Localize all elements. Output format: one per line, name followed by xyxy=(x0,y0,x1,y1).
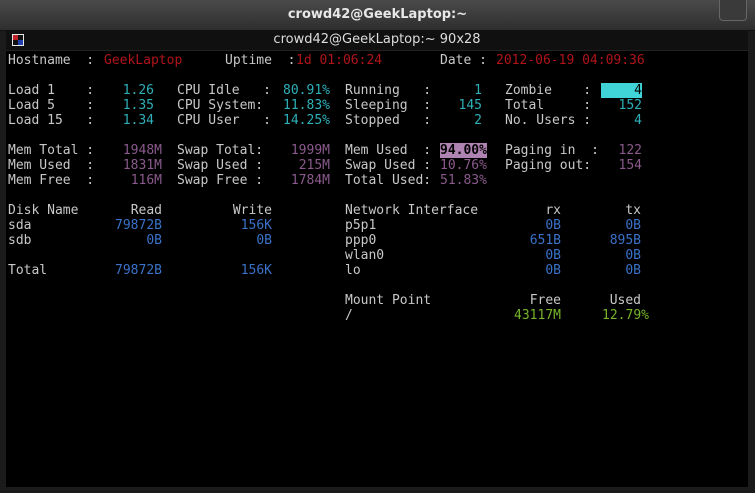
hostname-value: GeekLaptop xyxy=(104,53,183,68)
net-row-name: lo xyxy=(345,263,361,278)
cpu-value: 11.83% xyxy=(283,98,330,113)
mount-row-free: 43117M xyxy=(514,308,561,323)
total-procs-value: 152 xyxy=(618,98,642,113)
disk-total-write: 156K xyxy=(240,263,272,278)
mount-header-used: Used xyxy=(609,293,641,308)
net-row-name: p5p1 xyxy=(345,218,377,233)
mem-value: 1831M xyxy=(122,158,162,173)
net-header-tx: tx xyxy=(625,203,641,218)
swap-used-pct-label: Swap Used : xyxy=(345,158,432,173)
net-row-name: ppp0 xyxy=(345,233,377,248)
date-value: 2012-06-19 04:09:36 xyxy=(496,53,645,68)
total-used-pct-label: Total Used: xyxy=(345,173,432,188)
net-row-tx: 0B xyxy=(625,263,641,278)
window-titlebar[interactable]: crowd42@GeekLaptop:~ xyxy=(0,0,755,31)
proc-label: Running : xyxy=(345,83,432,98)
net-row-rx: 0B xyxy=(545,263,561,278)
total-procs-label: Total : xyxy=(505,98,592,113)
proc-label: Sleeping : xyxy=(345,98,432,113)
swap-label: Swap Total: xyxy=(177,143,264,158)
window-handle-icon[interactable] xyxy=(719,0,747,21)
users-label: No. Users : xyxy=(505,113,592,128)
load-label: Load 5 : xyxy=(8,98,95,113)
terminal-window: crowd42@GeekLaptop:~ crowd42@GeekLaptop:… xyxy=(0,0,755,493)
load-label: Load 1 : xyxy=(8,83,95,98)
disk-row-write: 0B xyxy=(256,233,272,248)
disk-total-read: 79872B xyxy=(115,263,162,278)
mount-header-name: Mount Point xyxy=(345,293,432,308)
window-title: crowd42@GeekLaptop:~ xyxy=(287,7,468,22)
load-value: 1.26 xyxy=(122,83,154,98)
disk-row-name: sda xyxy=(8,218,32,233)
swap-value: 1784M xyxy=(290,173,330,188)
mount-row-used: 12.79% xyxy=(602,308,649,323)
terminal-area[interactable]: crowd42@GeekLaptop:~ 90x28 Hostname : Ge… xyxy=(6,30,748,487)
hostname-label: Hostname : xyxy=(8,53,95,68)
cpu-label: CPU System: xyxy=(177,98,264,113)
net-header-name: Network Interface xyxy=(345,203,479,218)
load-label: Load 15 : xyxy=(8,113,95,128)
cpu-label: CPU Idle : xyxy=(177,83,271,98)
net-header-rx: rx xyxy=(545,203,561,218)
paging-in-label: Paging in : xyxy=(505,143,599,158)
swap-used-pct-value: 10.76% xyxy=(440,158,487,173)
paging-in-value: 122 xyxy=(618,143,642,158)
load-value: 1.35 xyxy=(122,98,154,113)
zombie-value: 4 xyxy=(601,83,642,98)
proc-label: Stopped : xyxy=(345,113,432,128)
mem-value: 1948M xyxy=(122,143,162,158)
net-row-rx: 651B xyxy=(529,233,561,248)
mem-used-pct-value: 94.00% xyxy=(440,143,487,158)
zombie-label: Zombie : xyxy=(505,83,592,98)
swap-value: 215M xyxy=(298,158,330,173)
mem-used-pct-label: Mem Used : xyxy=(345,143,432,158)
net-row-tx: 0B xyxy=(625,218,641,233)
date-label: Date : xyxy=(440,53,487,68)
proc-value: 145 xyxy=(458,98,482,113)
disk-header-name: Disk Name xyxy=(8,203,79,218)
paging-out-value: 154 xyxy=(618,158,642,173)
mem-label: Mem Total : xyxy=(8,143,95,158)
load-value: 1.34 xyxy=(122,113,154,128)
net-row-rx: 0B xyxy=(545,218,561,233)
disk-total-name: Total xyxy=(8,263,48,278)
mount-row-name: / xyxy=(345,308,353,323)
mem-value: 116M xyxy=(130,173,162,188)
terminal-tab-bar: crowd42@GeekLaptop:~ 90x28 xyxy=(6,30,748,51)
disk-header-write: Write xyxy=(232,203,272,218)
uptime-value: 1d 01:06:24 xyxy=(296,53,383,68)
net-row-tx: 0B xyxy=(625,248,641,263)
mem-label: Mem Free : xyxy=(8,173,95,188)
cpu-value: 80.91% xyxy=(283,83,330,98)
disk-row-name: sdb xyxy=(8,233,32,248)
net-row-rx: 0B xyxy=(545,248,561,263)
disk-row-write: 156K xyxy=(240,218,272,233)
uptime-label: Uptime : xyxy=(225,53,296,68)
proc-value: 2 xyxy=(474,113,482,128)
disk-row-read: 79872B xyxy=(115,218,162,233)
net-row-tx: 895B xyxy=(609,233,641,248)
disk-row-read: 0B xyxy=(146,233,162,248)
paging-out-label: Paging out: xyxy=(505,158,592,173)
swap-label: Swap Free : xyxy=(177,173,264,188)
mount-header-free: Free xyxy=(529,293,561,308)
swap-value: 1999M xyxy=(290,143,330,158)
mem-label: Mem Used : xyxy=(8,158,95,173)
cpu-label: CPU User : xyxy=(177,113,271,128)
swap-label: Swap Used : xyxy=(177,158,264,173)
disk-header-read: Read xyxy=(130,203,162,218)
cpu-value: 14.25% xyxy=(283,113,330,128)
users-value: 4 xyxy=(634,113,642,128)
net-row-name: wlan0 xyxy=(345,248,385,263)
total-used-pct-value: 51.83% xyxy=(440,173,487,188)
terminal-tab-title: crowd42@GeekLaptop:~ 90x28 xyxy=(273,32,481,47)
proc-value: 1 xyxy=(474,83,482,98)
